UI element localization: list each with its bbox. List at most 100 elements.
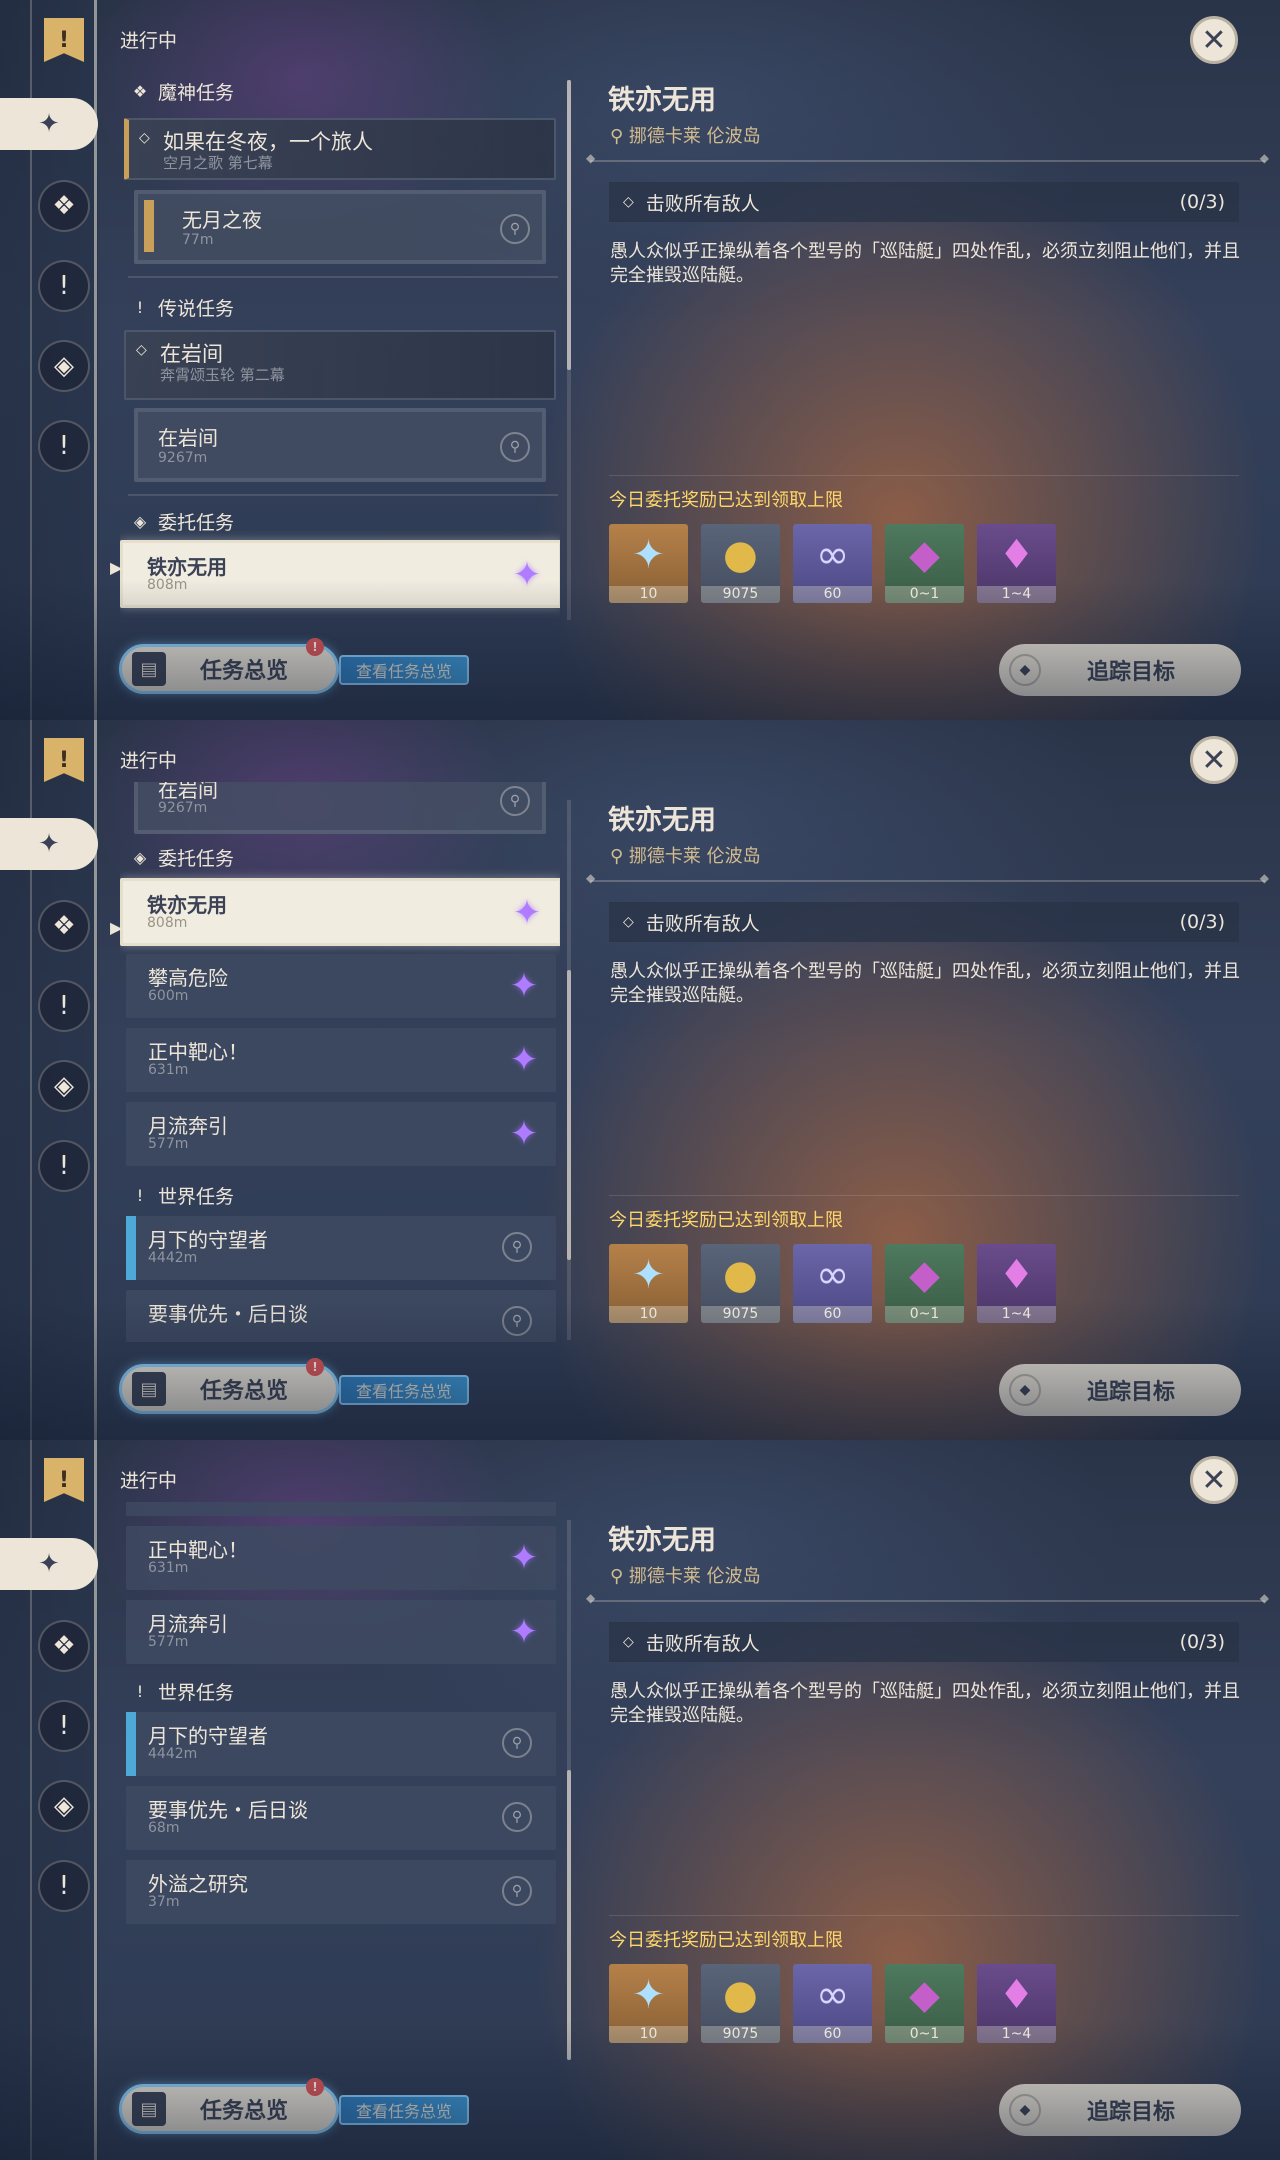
reward-item[interactable]: ✦ 10 [609, 1244, 688, 1323]
quest-chapter-archon[interactable]: ◇ 如果在冬夜，一个旅人 空月之歌 第七幕 [124, 118, 556, 180]
reward-item[interactable]: ◆ 0~1 [885, 1964, 964, 2043]
reward-count: 9075 [701, 1306, 780, 1323]
commission-star-icon: ✦ [509, 1040, 539, 1080]
scrollbar[interactable] [567, 800, 571, 1340]
reward-item[interactable]: ● 9075 [701, 1244, 780, 1323]
quest-item[interactable]: 要事优先・后日谈 ⚲ [126, 1290, 556, 1342]
all-quests-icon[interactable]: ✦ [0, 98, 98, 150]
quest-item[interactable]: 月流奔引 577m ✦ [126, 1600, 556, 1664]
location-pin-icon[interactable]: ⚲ [500, 786, 530, 816]
bookmark-icon[interactable]: ! [44, 18, 84, 62]
quest-item[interactable]: 正中靶心！ 631m ✦ [126, 1526, 556, 1590]
reward-item[interactable]: ♦ 1~4 [977, 524, 1056, 603]
scrollbar-thumb[interactable] [567, 1770, 571, 2060]
track-button[interactable]: ◆ 追踪目标 [999, 644, 1241, 696]
quest-item[interactable]: 外溢之研究 37m ⚲ [126, 1860, 556, 1924]
track-button[interactable]: ◆ 追踪目标 [999, 2084, 1241, 2136]
quest-chapter-story[interactable]: ◇ 在岩间 奔霄颂玉轮 第二幕 [124, 330, 556, 400]
story-quest-icon[interactable]: ! [38, 260, 90, 312]
quest-book-icon: ▤ [132, 2092, 166, 2126]
track-button[interactable]: ◆ 追踪目标 [999, 1364, 1241, 1416]
quest-item-archon-sub[interactable]: 无月之夜 77m ⚲ [134, 190, 546, 264]
diamond-icon: ◇ [623, 1634, 634, 1650]
quest-item-tracked[interactable]: 月下的守望者 4442m ⚲ [126, 1216, 556, 1280]
objective-text: 击败所有敌人 [645, 1632, 760, 1655]
reward-item[interactable]: ✦ 10 [609, 1964, 688, 2043]
scrollbar[interactable] [567, 1520, 571, 2060]
story-quest-icon[interactable]: ! [38, 1700, 90, 1752]
quest-distance: 4442m [148, 1250, 198, 1266]
quest-title: 外溢之研究 [148, 1872, 248, 1896]
location-pin-icon[interactable]: ⚲ [502, 1802, 532, 1832]
quest-distance: 9267m [158, 800, 208, 816]
commission-icon[interactable]: ◈ [38, 1780, 90, 1832]
location-pin-icon[interactable]: ⚲ [502, 1232, 532, 1262]
all-quests-icon[interactable]: ✦ [0, 1538, 98, 1590]
reward-item[interactable]: ● 9075 [701, 1964, 780, 2043]
archon-quest-icon[interactable]: ❖ [38, 180, 90, 232]
quest-item[interactable]: 月流奔引 577m ✦ [126, 1102, 556, 1166]
rail-border [94, 1440, 97, 2160]
location-pin-icon[interactable]: ⚲ [500, 214, 530, 244]
diamond-icon: ◇ [623, 914, 634, 930]
view-overview-hint[interactable]: 查看任务总览 [339, 1375, 469, 1405]
commission-icon[interactable]: ◈ [38, 1060, 90, 1112]
quest-overview-button[interactable]: ▤ 任务总览 [119, 2084, 339, 2134]
bookmark-icon[interactable]: ! [44, 1458, 84, 1502]
world-quest-icon[interactable]: ! [38, 1140, 90, 1192]
story-quest-icon[interactable]: ! [38, 980, 90, 1032]
track-diamond-icon: ◆ [1009, 2094, 1041, 2126]
reward-count: 0~1 [885, 1306, 964, 1323]
bookmark-icon[interactable]: ! [44, 738, 84, 782]
scrollbar-thumb[interactable] [567, 970, 571, 1260]
reward-item[interactable]: ● 9075 [701, 524, 780, 603]
location-pin-icon[interactable]: ⚲ [500, 432, 530, 462]
location-pin-icon[interactable]: ⚲ [502, 1876, 532, 1906]
category-world: ! 世界任务 [130, 1678, 234, 1705]
view-overview-hint[interactable]: 查看任务总览 [339, 2095, 469, 2125]
scrollbar[interactable] [567, 80, 571, 620]
all-quests-icon[interactable]: ✦ [0, 818, 98, 870]
reward-item[interactable]: ◆ 0~1 [885, 1244, 964, 1323]
quest-distance: 577m [148, 1136, 189, 1152]
reward-item[interactable]: ◆ 0~1 [885, 524, 964, 603]
reward-item[interactable]: ♦ 1~4 [977, 1964, 1056, 2043]
location-pin-icon[interactable]: ⚲ [502, 1728, 532, 1758]
quest-item-story-sub[interactable]: 在岩间 9267m ⚲ [134, 782, 546, 834]
quest-subtitle: 空月之歌 第七幕 [163, 154, 273, 172]
quest-overview-button[interactable]: ▤ 任务总览 [119, 644, 339, 694]
world-quest-icon[interactable]: ! [38, 1860, 90, 1912]
quest-description: 愚人众似乎正操纵着各个型号的「巡陆艇」四处作乱，必须立刻阻止他们，并且完全摧毁巡… [610, 1681, 1240, 1726]
location-pin-icon[interactable]: ⚲ [502, 1306, 532, 1336]
close-button[interactable]: ✕ [1190, 16, 1238, 64]
quest-item-selected[interactable]: 铁亦无用 808m ✦ [120, 878, 560, 946]
scrollbar-thumb[interactable] [567, 80, 571, 370]
quest-item[interactable]: 攀高危险 600m ✦ [126, 954, 556, 1018]
archon-quest-icon[interactable]: ❖ [38, 900, 90, 952]
quest-title: 正中靶心！ [148, 1040, 248, 1064]
quest-description: 愚人众似乎正操纵着各个型号的「巡陆艇」四处作乱，必须立刻阻止他们，并且完全摧毁巡… [610, 961, 1240, 1006]
quest-item[interactable]: 正中靶心！ 631m ✦ [126, 1028, 556, 1092]
archon-quest-icon[interactable]: ❖ [38, 1620, 90, 1672]
quest-item-tracked[interactable]: 月下的守望者 4442m ⚲ [126, 1712, 556, 1776]
reward-item[interactable]: ∞ 60 [793, 1244, 872, 1323]
reward-item[interactable]: ✦ 10 [609, 524, 688, 603]
reward-count: 9075 [701, 586, 780, 603]
quest-description: 愚人众似乎正操纵着各个型号的「巡陆艇」四处作乱，必须立刻阻止他们，并且完全摧毁巡… [610, 241, 1240, 286]
close-button[interactable]: ✕ [1190, 736, 1238, 784]
quest-overview-button[interactable]: ▤ 任务总览 [119, 1364, 339, 1414]
detail-separator [586, 1591, 1269, 1605]
reward-item[interactable]: ♦ 1~4 [977, 1244, 1056, 1323]
world-quest-icon[interactable]: ! [38, 420, 90, 472]
reward-item[interactable]: ∞ 60 [793, 1964, 872, 2043]
quest-item-selected[interactable]: 铁亦无用 808m ✦ [120, 540, 560, 608]
view-overview-hint[interactable]: 查看任务总览 [339, 655, 469, 685]
commission-icon[interactable]: ◈ [38, 340, 90, 392]
quest-item[interactable]: 要事优先・后日谈 68m ⚲ [126, 1786, 556, 1850]
quest-item[interactable]: 600m [126, 1502, 556, 1516]
primogem-icon: ✦ [631, 1252, 666, 1298]
quest-item-story-sub[interactable]: 在岩间 9267m ⚲ [134, 408, 546, 482]
close-button[interactable]: ✕ [1190, 1456, 1238, 1504]
reward-item[interactable]: ∞ 60 [793, 524, 872, 603]
reward-count: 10 [609, 586, 688, 603]
